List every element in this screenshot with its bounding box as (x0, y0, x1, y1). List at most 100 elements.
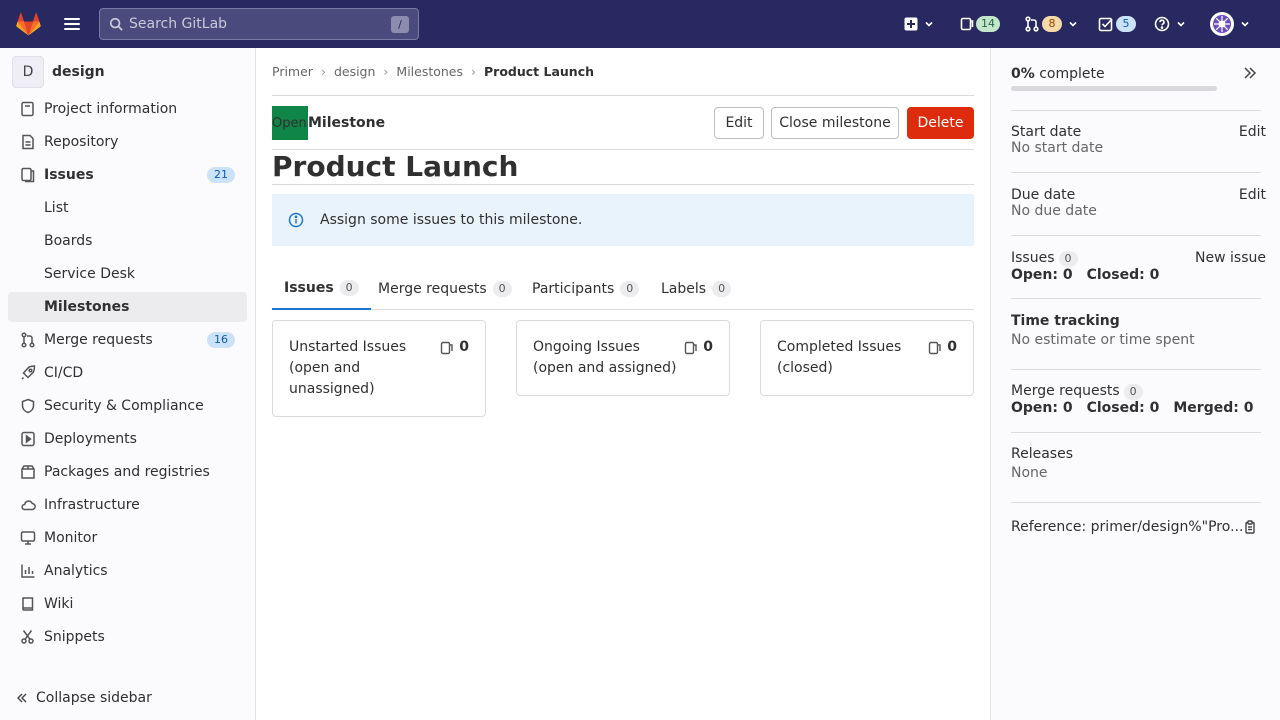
time-tracking-section: Time tracking No estimate or time spent (1011, 313, 1261, 348)
edit-button[interactable]: Edit (714, 107, 764, 139)
info-alert: Assign some issues to this milestone. (272, 194, 974, 246)
breadcrumb-link[interactable]: Primer (272, 64, 313, 79)
status-label: Milestone (308, 115, 386, 131)
due-date-value: No due date (1011, 203, 1097, 219)
copy-icon[interactable] (1243, 520, 1257, 534)
sidebar-item-packages-registries[interactable]: Packages and registries (8, 457, 247, 487)
sidebar-item-label: Milestones (44, 299, 130, 315)
mr-label-row: Merge requests 0 (1011, 383, 1261, 400)
search-input[interactable]: Search GitLab / (99, 8, 419, 40)
sidebar-item-service-desk[interactable]: Service Desk (8, 259, 247, 289)
new-issue-button[interactable]: New issue (1195, 250, 1266, 266)
completed-issues-card: Completed Issues (closed) 0 (760, 320, 974, 396)
sidebar-item-label: Project information (44, 101, 178, 117)
new-menu-button[interactable] (904, 0, 934, 48)
chevron-down-icon (1241, 21, 1249, 27)
todos-nav-button[interactable]: 5 (1098, 0, 1136, 48)
issues-count-badge: 0 (1058, 251, 1078, 267)
tab-merge-requests[interactable]: Merge requests 0 (378, 268, 512, 310)
progress-label: 0% complete (1011, 66, 1261, 82)
tab-count: 0 (492, 281, 512, 297)
start-date-section: Start date No start date Edit (1011, 124, 1266, 156)
rocket-icon (21, 365, 36, 380)
start-date-value: No start date (1011, 140, 1104, 156)
sidebar-item-boards[interactable]: Boards (8, 226, 247, 256)
sidebar-item-repository[interactable]: Repository (8, 127, 247, 157)
issues-icon (960, 17, 974, 31)
sidebar-item-milestones[interactable]: Milestones (8, 292, 247, 322)
breadcrumb-link[interactable]: design (334, 64, 375, 79)
sidebar-item-snippets[interactable]: Snippets (8, 622, 247, 652)
tab-participants[interactable]: Participants 0 (532, 268, 640, 310)
sidebar-item-infrastructure[interactable]: Infrastructure (8, 490, 247, 520)
project-icon (21, 101, 34, 117)
card-count: 0 (928, 337, 957, 358)
due-date-edit-button[interactable]: Edit (1239, 187, 1266, 203)
sidebar-item-label: Merge requests (44, 332, 153, 348)
breadcrumb-link[interactable]: Milestones (396, 64, 463, 79)
merge-requests-count-badge: 8 (1042, 16, 1062, 32)
sidebar-item-label: Boards (44, 233, 93, 249)
chevron-right-icon: › (471, 64, 477, 79)
delete-button[interactable]: Delete (907, 107, 974, 139)
project-header[interactable]: D design (12, 56, 105, 88)
tab-label: Merge requests (378, 281, 487, 297)
help-menu-button[interactable] (1154, 0, 1186, 48)
divider (1011, 369, 1261, 370)
monitor-icon (20, 531, 36, 545)
sidebar-item-label: Issues (44, 167, 94, 183)
cloud-icon (21, 500, 36, 511)
todos-count-badge: 5 (1116, 16, 1136, 32)
sidebar-item-wiki[interactable]: Wiki (8, 589, 247, 619)
card-count-value: 0 (947, 339, 957, 355)
sidebar-item-issues[interactable]: Issues 21 (8, 160, 247, 190)
sidebar-item-ci-cd[interactable]: CI/CD (8, 358, 247, 388)
collapse-sidebar-button[interactable]: Collapse sidebar (16, 690, 152, 706)
merge-request-icon (21, 332, 35, 348)
issues-icon (441, 341, 453, 354)
user-menu-button[interactable] (1210, 0, 1250, 48)
sidebar-item-project-information[interactable]: Project information (8, 94, 247, 124)
gitlab-logo-icon[interactable] (16, 12, 41, 36)
tab-labels[interactable]: Labels 0 (661, 268, 732, 310)
tab-count: 0 (712, 281, 732, 297)
breadcrumb-current[interactable]: Product Launch (484, 64, 594, 79)
top-navbar: Search GitLab / 14 8 5 (0, 0, 1280, 48)
tab-issues[interactable]: Issues 0 (272, 268, 371, 310)
issues-icon (929, 341, 941, 354)
sidebar-item-label: CI/CD (44, 365, 84, 381)
divider (1011, 172, 1261, 173)
divider (1011, 298, 1261, 299)
start-date-edit-button[interactable]: Edit (1239, 124, 1266, 140)
card-title: Unstarted Issues (open and unassigned) (289, 339, 407, 397)
merge-requests-nav-button[interactable]: 8 (1024, 0, 1078, 48)
sidebar-item-analytics[interactable]: Analytics (8, 556, 247, 586)
sidebar-item-merge-requests[interactable]: Merge requests 16 (8, 325, 247, 355)
sidebar-item-list[interactable]: List (8, 193, 247, 223)
close-milestone-button[interactable]: Close milestone (771, 107, 899, 139)
sidebar-item-deployments[interactable]: Deployments (8, 424, 247, 454)
issues-count-badge: 21 (207, 167, 235, 183)
menu-icon[interactable] (63, 15, 81, 33)
divider (1011, 432, 1261, 433)
sidebar-item-security-compliance[interactable]: Security & Compliance (8, 391, 247, 421)
reference-text: Reference: primer/design%"Pro... (1011, 519, 1244, 535)
mr-open: Open: 0 (1011, 400, 1073, 416)
sidebar-item-monitor[interactable]: Monitor (8, 523, 247, 553)
due-date-label: Due date (1011, 187, 1076, 203)
merge-requests-count-badge: 16 (207, 332, 235, 348)
plus-square-icon (904, 17, 918, 31)
chevron-double-right-icon[interactable] (1243, 66, 1257, 80)
card-count-value: 0 (703, 339, 713, 355)
reference-section: Reference: primer/design%"Pro... (1011, 519, 1261, 535)
divider (1011, 110, 1261, 111)
releases-section: Releases None (1011, 446, 1261, 481)
search-placeholder: Search GitLab (129, 16, 228, 32)
start-date-label: Start date (1011, 124, 1082, 140)
divider (1011, 502, 1261, 503)
sidebar-item-label: Repository (44, 134, 119, 150)
todo-icon (1098, 17, 1113, 32)
chevron-down-icon (1177, 21, 1185, 27)
issues-nav-button[interactable]: 14 (960, 0, 1000, 48)
doc-text-icon (22, 134, 34, 150)
